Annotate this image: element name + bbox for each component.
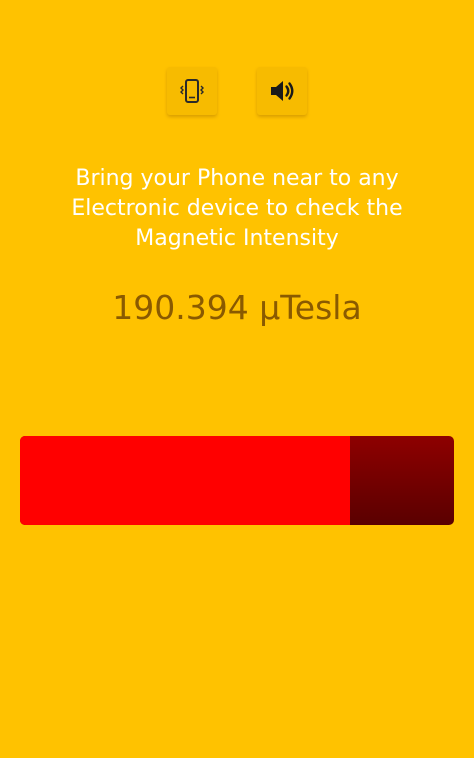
intensity-meter-fill: [20, 436, 350, 525]
sound-toggle-button[interactable]: [257, 67, 307, 115]
vibrate-toggle-button[interactable]: [167, 67, 217, 115]
phone-vibrate-icon: [177, 76, 207, 106]
magnetic-reading: 190.394 µTesla: [112, 288, 362, 327]
speaker-icon: [265, 74, 299, 108]
intensity-meter: [20, 436, 454, 525]
toolbar: [0, 67, 474, 117]
instruction-text: Bring your Phone near to any Electronic …: [71, 166, 403, 251]
